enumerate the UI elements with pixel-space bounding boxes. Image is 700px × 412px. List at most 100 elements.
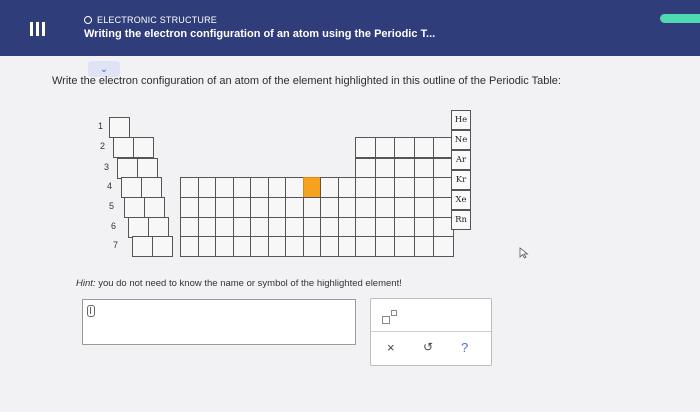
element-cell: [394, 137, 415, 158]
element-cell: [117, 158, 138, 179]
element-cell: [232, 236, 251, 257]
element-cell: [374, 197, 395, 218]
element-cell: [215, 217, 234, 238]
element-cell: [180, 236, 199, 257]
answer-input[interactable]: [82, 299, 356, 345]
element-cell: [132, 236, 153, 257]
clear-button[interactable]: ×: [387, 340, 395, 355]
hint-body: you do not need to know the name or symb…: [98, 278, 402, 289]
period-number: 4: [107, 181, 113, 191]
element-cell: [128, 217, 149, 238]
element-cell: [337, 217, 356, 238]
tool-panel: [370, 298, 492, 366]
element-cell: [232, 197, 251, 218]
element-cell: [374, 158, 395, 179]
periodic-table-outline: 1 2 3 4 5 6 7 He Ne Ar Kr Xe Rn: [0, 0, 700, 300]
superscript-icon: [382, 316, 390, 324]
element-cell: [215, 197, 234, 218]
element-cell: [250, 197, 269, 218]
element-cell: [285, 217, 304, 238]
element-cell: [133, 137, 154, 158]
element-cell: [124, 197, 145, 218]
element-cell: [285, 177, 304, 198]
element-cell: [121, 177, 142, 198]
noble-gas-cell: Xe: [451, 190, 471, 210]
element-cell: [394, 197, 415, 218]
noble-gas-cell: He: [451, 110, 471, 130]
tool-divider: [371, 331, 491, 332]
period-number: 5: [109, 201, 115, 211]
element-cell: [285, 236, 304, 257]
element-cell: [180, 177, 199, 198]
element-cell: [302, 236, 321, 257]
period-number: 7: [113, 240, 119, 250]
element-cell: [267, 197, 286, 218]
element-cell: [413, 197, 434, 218]
element-cell: [320, 236, 339, 257]
element-cell: [394, 158, 415, 179]
highlighted-element-cell: [302, 177, 321, 198]
noble-gas-cell: Ne: [451, 130, 471, 150]
element-cell: [197, 217, 216, 238]
element-cell: [267, 236, 286, 257]
element-cell: [413, 137, 434, 158]
element-cell: [374, 137, 395, 158]
element-cell: [152, 236, 173, 257]
element-cell: [355, 158, 376, 179]
element-cell: [141, 177, 162, 198]
period-number: 1: [98, 121, 104, 131]
undo-button[interactable]: ↺: [423, 340, 433, 354]
hint-text: Hint: you do not need to know the name o…: [76, 278, 402, 289]
superscript-icon-small: [391, 310, 397, 316]
element-cell: [374, 217, 395, 238]
element-cell: [413, 236, 434, 257]
element-cell: [302, 197, 321, 218]
element-cell: [250, 236, 269, 257]
period-number: 3: [104, 162, 110, 172]
element-cell: [433, 236, 454, 257]
period-number: 6: [111, 221, 117, 231]
element-cell: [413, 177, 434, 198]
element-cell: [267, 177, 286, 198]
element-cell: [267, 217, 286, 238]
element-cell: [113, 137, 134, 158]
element-cell: [109, 117, 130, 138]
element-cell: [394, 177, 415, 198]
help-button[interactable]: ?: [461, 340, 468, 355]
element-cell: [302, 217, 321, 238]
hint-prefix: Hint:: [76, 278, 96, 289]
noble-gas-cell: Ar: [451, 150, 471, 170]
element-cell: [320, 217, 339, 238]
element-cell: [337, 177, 356, 198]
element-cell: [394, 236, 415, 257]
element-cell: [320, 197, 339, 218]
element-cell: [337, 197, 356, 218]
element-cell: [374, 236, 395, 257]
text-cursor-icon: [87, 305, 95, 317]
element-cell: [144, 197, 165, 218]
element-cell: [355, 137, 376, 158]
element-cell: [197, 177, 216, 198]
element-cell: [180, 197, 199, 218]
element-cell: [215, 236, 234, 257]
mouse-pointer-icon: [519, 247, 529, 259]
element-cell: [374, 177, 395, 198]
element-cell: [197, 197, 216, 218]
element-cell: [355, 197, 376, 218]
element-cell: [355, 177, 376, 198]
element-cell: [232, 177, 251, 198]
element-cell: [320, 177, 339, 198]
element-cell: [413, 217, 434, 238]
superscript-button[interactable]: [382, 310, 400, 326]
element-cell: [197, 236, 216, 257]
element-cell: [413, 158, 434, 179]
element-cell: [355, 217, 376, 238]
noble-gas-cell: Rn: [451, 210, 471, 230]
element-cell: [250, 177, 269, 198]
element-cell: [137, 158, 158, 179]
element-cell: [148, 217, 169, 238]
element-cell: [285, 197, 304, 218]
element-cell: [180, 217, 199, 238]
element-cell: [250, 217, 269, 238]
element-cell: [355, 236, 376, 257]
